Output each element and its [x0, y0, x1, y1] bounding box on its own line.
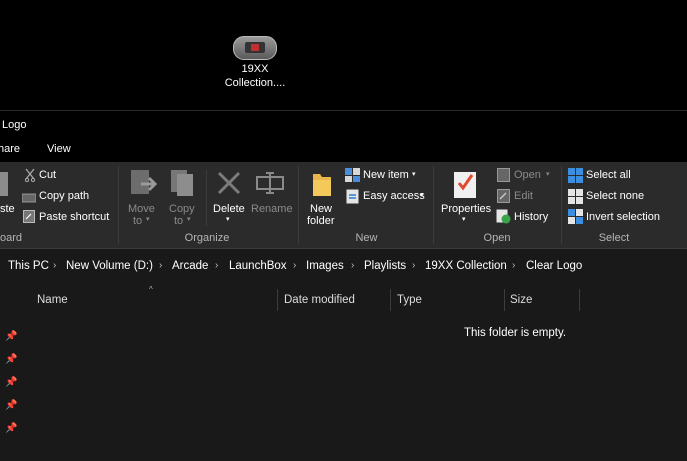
breadcrumb-19xx-collection[interactable]: 19XX Collection	[425, 260, 507, 272]
paste-shortcut-icon	[23, 210, 35, 223]
easy-access-button[interactable]: Easy access	[363, 190, 425, 202]
column-header-date-modified[interactable]: Date modified	[284, 294, 355, 306]
paste-button[interactable]: ste	[0, 203, 15, 215]
copy-path-icon	[22, 193, 36, 203]
column-header-name[interactable]: Name	[37, 294, 68, 306]
easy-access-icon	[346, 189, 359, 204]
game-thumbnail-icon	[233, 36, 277, 60]
pin-icon[interactable]: 📌	[5, 400, 17, 411]
pin-icon[interactable]: 📌	[5, 354, 17, 365]
column-header-size[interactable]: Size	[510, 294, 532, 306]
column-divider[interactable]	[390, 289, 391, 311]
properties-button[interactable]: Properties	[441, 203, 491, 215]
breadcrumb-arcade[interactable]: Arcade	[172, 260, 208, 272]
group-new-label: New	[355, 232, 378, 244]
breadcrumb: This PC › New Volume (D:) › Arcade › Lau…	[0, 254, 687, 280]
delete-dropdown-icon[interactable]: ▾	[226, 215, 230, 223]
window-title: Logo	[2, 119, 27, 131]
delete-icon	[216, 170, 242, 196]
pin-icon[interactable]: 📌	[5, 423, 17, 434]
open-dropdown-icon[interactable]: ▾	[546, 170, 550, 178]
select-none-button[interactable]: Select none	[586, 190, 644, 202]
new-item-icon	[345, 168, 360, 182]
new-folder-icon	[311, 170, 333, 198]
paste-icon	[0, 170, 8, 198]
copy-to-dropdown-icon[interactable]: ▾	[187, 215, 191, 223]
pin-icon[interactable]: 📌	[5, 331, 17, 342]
copy-to-label[interactable]: Copy	[169, 203, 195, 215]
invert-selection-icon	[568, 209, 583, 224]
chevron-right-icon[interactable]: ›	[215, 260, 218, 271]
group-organize-label: Organize	[184, 232, 230, 244]
history-icon	[496, 209, 511, 224]
new-item-dropdown-icon[interactable]: ▾	[412, 170, 416, 178]
edit-icon	[497, 189, 510, 203]
window-titlebar[interactable]: Logo	[0, 110, 687, 139]
ribbon-separator	[118, 166, 119, 244]
move-to-label[interactable]: Move	[128, 203, 155, 215]
open-icon	[497, 168, 510, 182]
pin-icon[interactable]: 📌	[5, 377, 17, 388]
rename-icon	[256, 172, 286, 194]
select-all-button[interactable]: Select all	[586, 169, 631, 181]
cut-icon	[24, 168, 36, 182]
tab-share[interactable]: hare	[0, 143, 20, 155]
move-to-label-2[interactable]: to	[133, 215, 142, 227]
copy-to-icon	[169, 168, 197, 198]
desktop-icon-label-line1: 19XX	[241, 63, 269, 75]
ribbon-separator	[206, 170, 207, 226]
easy-access-dropdown-icon[interactable]: ▾	[420, 191, 424, 199]
desktop-shortcut-19xx-collection[interactable]: 19XX Collection....	[214, 32, 296, 90]
new-folder-label[interactable]: New	[310, 203, 332, 215]
breadcrumb-new-volume[interactable]: New Volume (D:)	[66, 260, 153, 272]
column-header-type[interactable]: Type	[397, 294, 422, 306]
move-to-icon	[129, 168, 157, 198]
copy-path-button[interactable]: Copy path	[39, 190, 89, 202]
new-folder-label-2[interactable]: folder	[307, 215, 335, 227]
new-item-button[interactable]: New item	[363, 169, 409, 181]
empty-folder-message: This folder is empty.	[464, 327, 567, 339]
copy-to-label-2[interactable]: to	[174, 215, 183, 227]
ribbon-tabs: hare View	[0, 138, 687, 162]
chevron-right-icon[interactable]: ›	[351, 260, 354, 271]
file-list[interactable]	[20, 286, 687, 461]
breadcrumb-clear-logo[interactable]: Clear Logo	[526, 260, 582, 272]
navigation-pane[interactable]: 📌 📌 📌 📌 📌	[0, 286, 20, 461]
breadcrumb-playlists[interactable]: Playlists	[364, 260, 406, 272]
cut-button[interactable]: Cut	[39, 169, 56, 181]
properties-dropdown-icon[interactable]: ▾	[462, 215, 466, 223]
chevron-right-icon[interactable]: ›	[159, 260, 162, 271]
column-divider[interactable]	[579, 289, 580, 311]
group-clipboard-label: oard	[0, 232, 23, 244]
breadcrumb-images[interactable]: Images	[306, 260, 344, 272]
ribbon-separator	[298, 166, 299, 244]
history-button[interactable]: History	[514, 211, 548, 223]
delete-button[interactable]: Delete	[213, 203, 245, 215]
select-all-icon	[568, 168, 583, 183]
sort-ascending-icon: ^	[149, 285, 153, 294]
chevron-right-icon[interactable]: ›	[53, 260, 56, 271]
open-button[interactable]: Open	[514, 169, 541, 181]
ribbon: ste Cut Copy path Paste shortcut oard Mo…	[0, 162, 687, 249]
group-select-label: Select	[598, 232, 630, 244]
desktop	[0, 0, 687, 110]
group-open-label: Open	[483, 232, 511, 244]
desktop-icon-label-line2: Collection....	[224, 77, 286, 89]
chevron-right-icon[interactable]: ›	[512, 260, 515, 271]
paste-shortcut-button[interactable]: Paste shortcut	[39, 211, 109, 223]
column-divider[interactable]	[504, 289, 505, 311]
rename-button[interactable]: Rename	[251, 203, 293, 215]
breadcrumb-this-pc[interactable]: This PC	[8, 260, 49, 272]
column-divider[interactable]	[277, 289, 278, 311]
invert-selection-button[interactable]: Invert selection	[586, 211, 660, 223]
tab-view[interactable]: View	[47, 143, 71, 155]
move-to-dropdown-icon[interactable]: ▾	[146, 215, 150, 223]
breadcrumb-launchbox[interactable]: LaunchBox	[229, 260, 287, 272]
chevron-right-icon[interactable]: ›	[293, 260, 296, 271]
properties-icon	[453, 169, 477, 199]
chevron-right-icon[interactable]: ›	[412, 260, 415, 271]
select-none-icon	[568, 189, 583, 204]
edit-button[interactable]: Edit	[514, 190, 533, 202]
